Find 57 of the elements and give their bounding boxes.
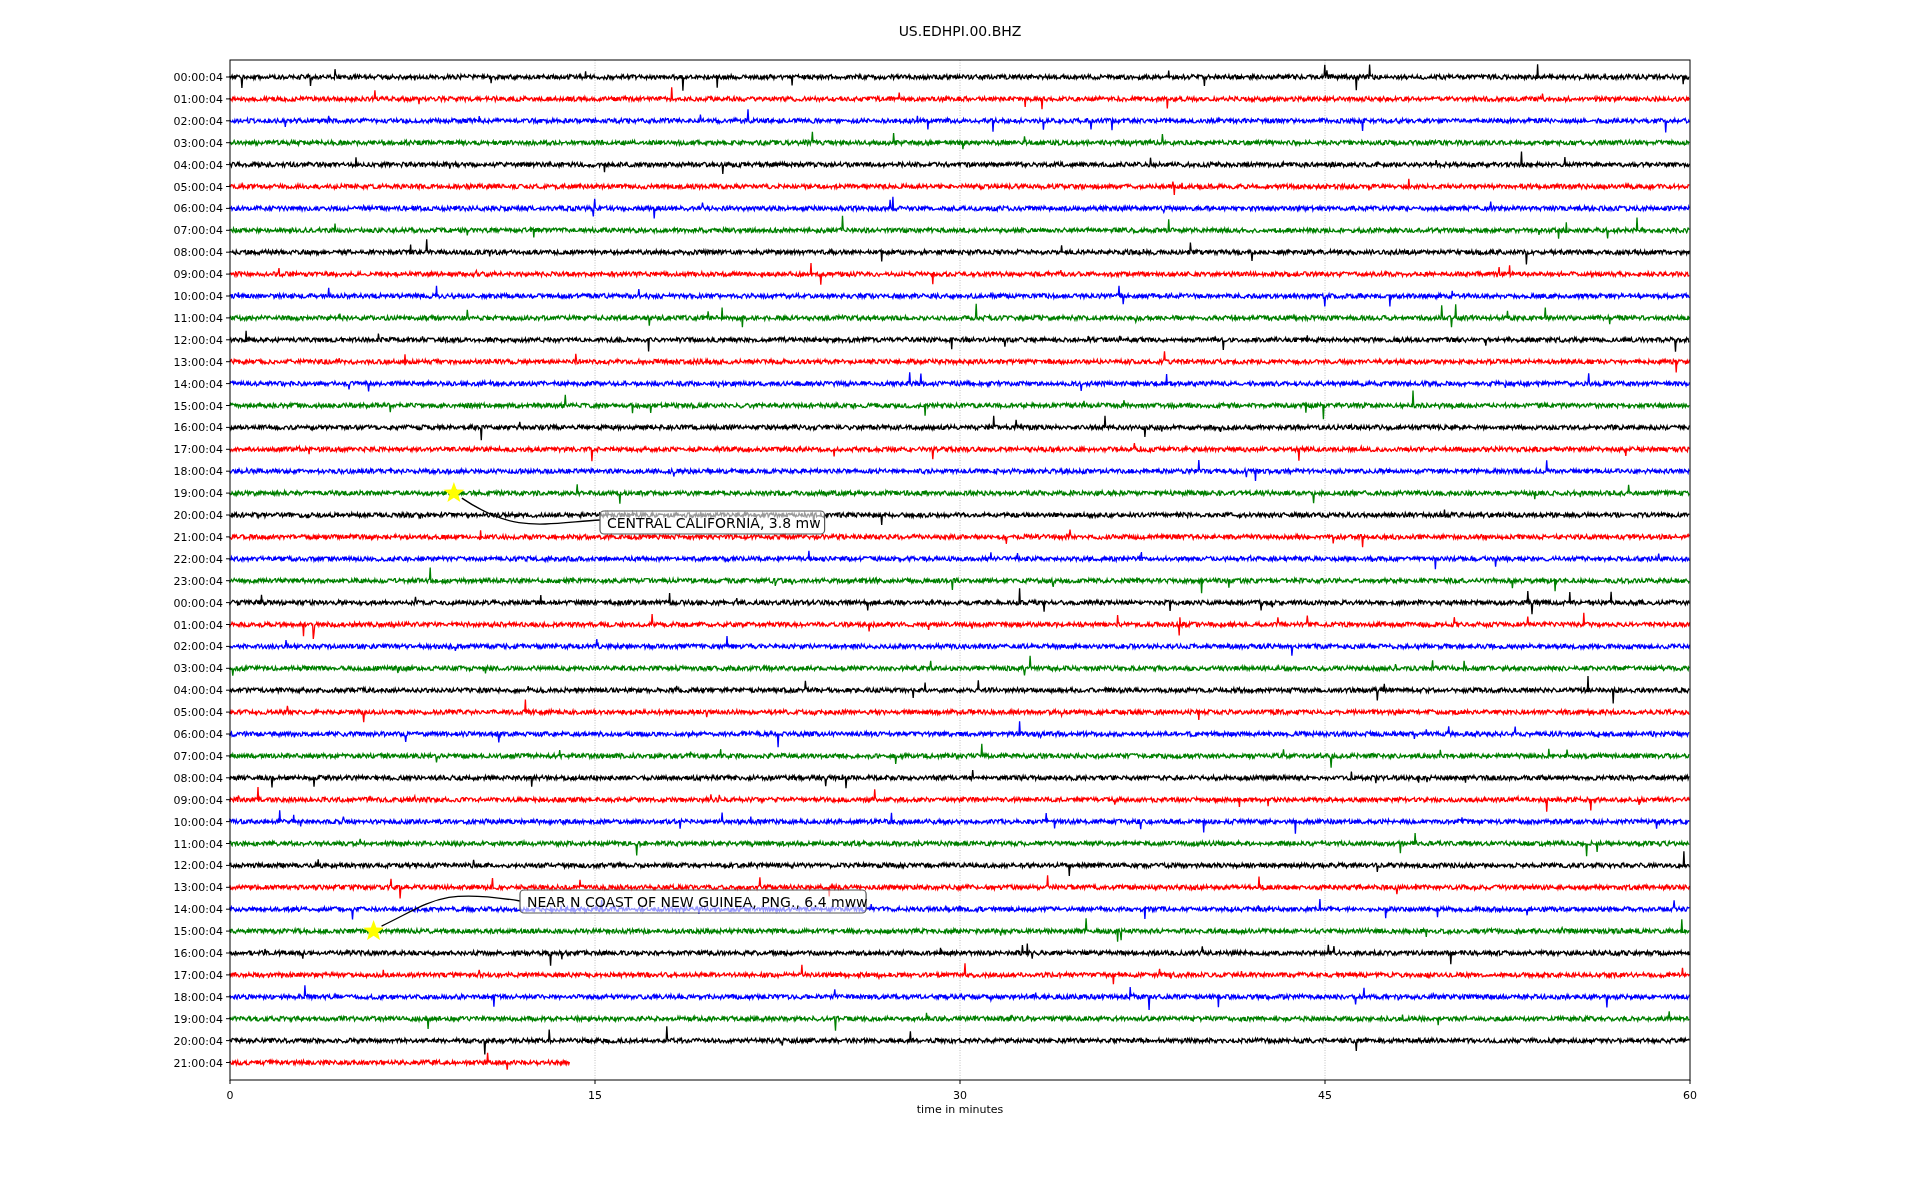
row-time-label: 09:00:04	[173, 268, 223, 282]
plot-title: US.EDHPI.00.BHZ	[898, 23, 1022, 39]
row-time-label: 16:00:04	[173, 947, 223, 960]
row-time-label: 08:00:04	[173, 246, 223, 260]
row-time-label: 02:00:04	[173, 114, 223, 128]
row-time-label: 11:00:04	[173, 837, 223, 851]
x-tick-label: 60	[1683, 1089, 1697, 1102]
row-time-label: 21:00:04	[173, 530, 223, 544]
row-time-label: 14:00:04	[173, 903, 223, 917]
row-time-label: 08:00:04	[173, 771, 223, 785]
row-time-label: 13:00:04	[173, 355, 223, 369]
row-time-label: 10:00:04	[173, 815, 223, 829]
row-time-label: 14:00:04	[173, 377, 223, 391]
row-time-label: 15:00:04	[173, 925, 223, 939]
row-time-label: 07:00:04	[173, 749, 223, 763]
row-time-label: 18:00:04	[173, 990, 223, 1004]
row-time-label: 00:00:04	[173, 596, 223, 610]
row-time-label: 22:00:04	[173, 552, 223, 566]
row-time-label: 13:00:04	[173, 881, 223, 895]
x-tick-label: 0	[226, 1089, 234, 1102]
row-time-label: 17:00:04	[173, 968, 223, 982]
x-axis-label: time in minutes	[916, 1103, 1004, 1116]
x-tick-label: 30	[953, 1089, 967, 1102]
x-tick-label: 45	[1318, 1089, 1332, 1102]
row-time-label: 06:00:04	[173, 202, 223, 216]
row-time-label: 03:00:04	[173, 136, 223, 150]
row-time-label: 19:00:04	[173, 487, 223, 501]
row-time-label: 18:00:04	[173, 465, 223, 479]
row-time-label: 03:00:04	[173, 662, 223, 676]
row-time-label: 17:00:04	[173, 443, 223, 457]
row-time-label: 12:00:04	[173, 859, 223, 873]
row-time-label: 23:00:04	[173, 574, 223, 588]
row-time-label: 04:00:04	[173, 684, 223, 698]
star-icon	[443, 482, 465, 502]
row-time-label: 15:00:04	[173, 399, 223, 413]
row-time-label: 06:00:04	[173, 728, 223, 741]
row-time-label: 19:00:04	[173, 1012, 223, 1026]
row-time-label: 11:00:04	[173, 311, 223, 325]
row-time-label: 12:00:04	[173, 333, 223, 347]
x-tick-label: 15	[588, 1089, 602, 1102]
row-time-label: 21:00:04	[173, 1056, 223, 1070]
row-time-label: 20:00:04	[173, 509, 223, 522]
row-time-label: 10:00:04	[173, 290, 223, 303]
row-time-label: 02:00:04	[173, 640, 223, 654]
row-time-label: 00:00:04	[173, 71, 223, 84]
row-time-label: 04:00:04	[173, 158, 223, 172]
event-label: CENTRAL CALIFORNIA, 3.8 mw	[599, 510, 826, 535]
row-time-label: 09:00:04	[173, 793, 223, 807]
row-time-label: 05:00:04	[173, 180, 223, 194]
row-time-label: 05:00:04	[173, 706, 223, 720]
row-time-label: 01:00:04	[173, 92, 223, 106]
event-label: NEAR N COAST OF NEW GUINEA, PNG., 6.4 mww	[519, 889, 868, 914]
row-time-label: 16:00:04	[173, 421, 223, 435]
row-time-label: 01:00:04	[173, 618, 223, 632]
row-time-label: 20:00:04	[173, 1034, 223, 1048]
row-time-label: 07:00:04	[173, 224, 223, 238]
star-icon	[363, 920, 384, 940]
